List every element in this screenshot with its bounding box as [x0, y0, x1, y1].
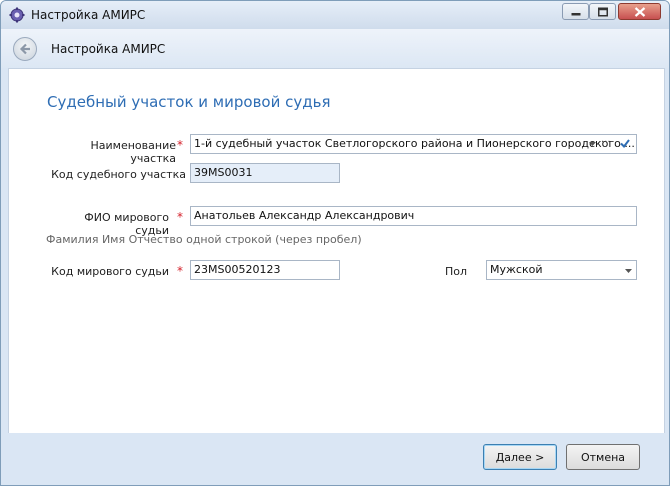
window-title: Настройка АМИРС — [31, 8, 146, 22]
form-panel: Судебный участок и мировой судья Наимено… — [8, 68, 665, 435]
section-title: Судебный участок и мировой судья — [47, 93, 331, 111]
district-code-value: 39MS0031 — [194, 166, 253, 179]
judge-code-required-mark: * — [177, 264, 183, 278]
district-name-required-mark: * — [177, 138, 183, 152]
back-button[interactable] — [13, 37, 37, 61]
close-button[interactable] — [618, 3, 661, 20]
judge-fio-field[interactable]: Анатольев Александр Александрович — [190, 206, 637, 226]
district-code-label: Код судебного участка — [51, 168, 186, 181]
gender-label: Пол — [445, 265, 468, 278]
maximize-icon — [597, 7, 608, 16]
minimize-icon — [571, 12, 580, 15]
close-icon — [634, 6, 645, 17]
gender-select[interactable]: Мужской — [486, 260, 637, 280]
page-title: Настройка АМИРС — [51, 42, 166, 56]
gender-value: Мужской — [490, 263, 543, 276]
judge-code-label: Код мирового судьи — [51, 265, 169, 278]
title-bar[interactable]: Настройка АМИРС — [1, 1, 669, 29]
next-button[interactable]: Далее > — [483, 444, 557, 470]
district-name-value: 1-й судебный участок Светлогорского райо… — [194, 137, 635, 150]
district-code-field[interactable]: 39MS0031 — [190, 163, 340, 183]
cancel-button[interactable]: Отмена — [566, 444, 640, 470]
gear-icon — [9, 7, 25, 23]
chevron-down-icon[interactable] — [589, 142, 596, 146]
district-name-field[interactable]: 1-й судебный участок Светлогорского райо… — [190, 134, 637, 154]
more-options-button[interactable]: ··· — [601, 137, 611, 148]
footer-bar: Далее > Отмена — [1, 433, 669, 485]
district-name-label: Наименование участка — [90, 139, 176, 165]
judge-code-field[interactable]: 23MS00520123 — [190, 260, 340, 280]
judge-fio-required-mark: * — [177, 210, 183, 224]
main-window: Настройка АМИРС Настройка АМИРС Судебный… — [0, 0, 670, 486]
judge-fio-value: Анатольев Александр Александрович — [194, 209, 415, 222]
judge-fio-hint: Фамилия Имя Отчество одной строкой (чере… — [46, 233, 362, 246]
minimize-button[interactable] — [562, 3, 589, 20]
checkmark-icon[interactable] — [620, 139, 630, 148]
maximize-button[interactable] — [589, 3, 616, 20]
arrow-left-icon — [19, 43, 30, 55]
chevron-down-icon[interactable] — [625, 269, 632, 273]
judge-code-value: 23MS00520123 — [194, 263, 281, 276]
navigation-bar: Настройка АМИРС — [1, 29, 669, 68]
